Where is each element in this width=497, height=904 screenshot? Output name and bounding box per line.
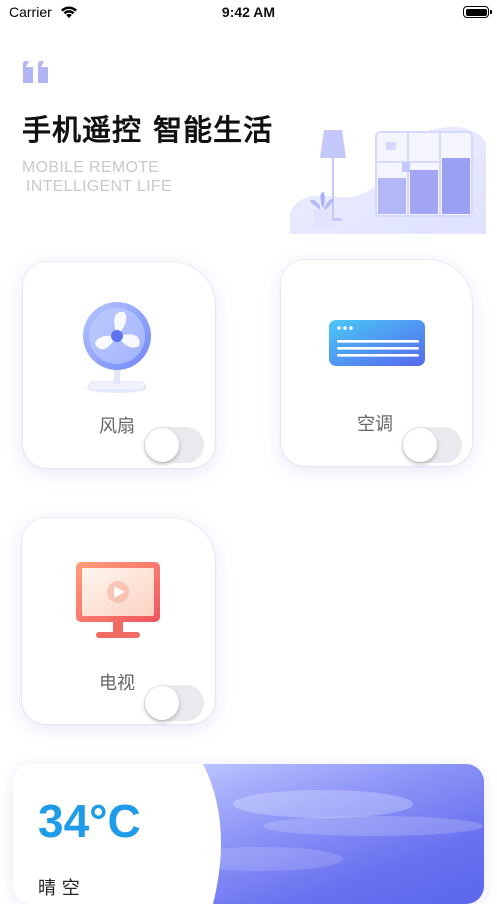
weather-temperature: 34°C <box>38 795 141 847</box>
status-time: 9:42 AM <box>221 4 276 20</box>
page-title: 手机遥控 智能生活 <box>22 113 274 147</box>
weather-card: 34°C 晴 空 <box>13 764 484 904</box>
cloud-icon <box>183 764 483 904</box>
weather-condition: 晴 空 <box>38 878 80 899</box>
device-card-tv[interactable]: 电视 <box>22 518 215 724</box>
toggle-knob <box>145 686 179 720</box>
toggle-knob <box>403 428 437 462</box>
tv-power-toggle[interactable] <box>144 685 204 721</box>
tv-icon <box>76 562 160 638</box>
fan-power-toggle[interactable] <box>144 427 204 463</box>
device-label-fan: 风扇 <box>99 416 135 437</box>
device-label-air-conditioner: 空调 <box>357 414 393 435</box>
air-conditioner-icon <box>329 320 425 366</box>
battery-icon <box>463 6 492 18</box>
device-card-fan[interactable]: 风扇 <box>23 262 215 468</box>
weather-sky-image <box>183 764 484 904</box>
toggle-knob <box>145 428 179 462</box>
subtitle-line-1: MOBILE REMOTE <box>22 159 160 176</box>
air-conditioner-power-toggle[interactable] <box>402 427 462 463</box>
fan-icon <box>83 302 151 393</box>
device-label-tv: 电视 <box>99 673 135 694</box>
device-card-air-conditioner[interactable]: 空调 <box>281 260 472 466</box>
room-illustration <box>290 126 486 234</box>
status-bar: Carrier 9:42 AM <box>0 0 497 26</box>
quote-icon <box>23 61 48 83</box>
subtitle-line-2: INTELLIGENT LIFE <box>26 178 172 195</box>
